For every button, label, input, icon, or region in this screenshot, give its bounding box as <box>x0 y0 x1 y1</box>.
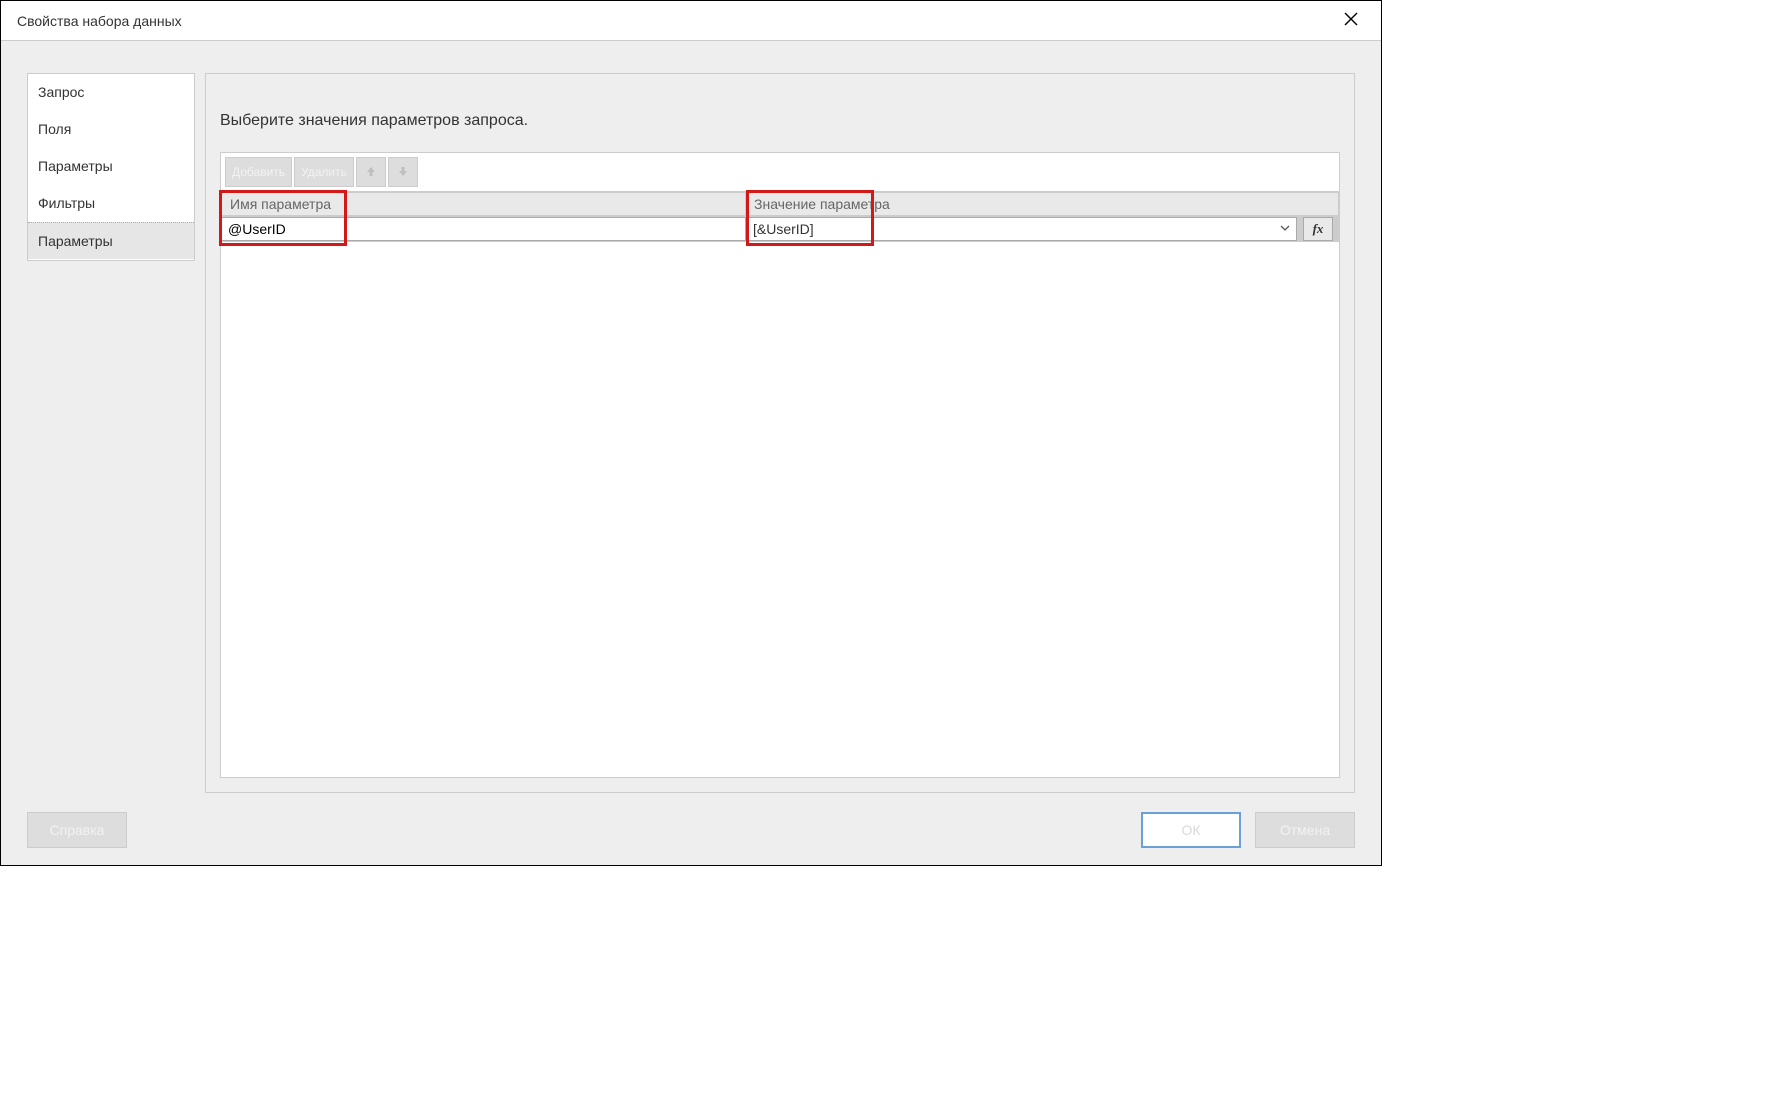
arrow-up-icon <box>364 164 378 181</box>
dataset-properties-dialog: Свойства набора данных Запрос Поля Парам… <box>0 0 1382 866</box>
move-up-button[interactable] <box>356 157 386 187</box>
expression-button[interactable]: fx <box>1303 217 1333 241</box>
parameter-name-cell <box>221 217 746 241</box>
titlebar: Свойства набора данных <box>1 1 1381 41</box>
sidebar: Запрос Поля Параметры Фильтры Параметры <box>27 73 195 793</box>
titlebar-title: Свойства набора данных <box>13 13 182 29</box>
column-header-value[interactable]: Значение параметра <box>746 192 1339 216</box>
body-area: Запрос Поля Параметры Фильтры Параметры … <box>1 41 1381 805</box>
footer-right: ОК Отмена <box>1141 812 1355 848</box>
parameter-value-combo[interactable]: [&UserID] <box>746 217 1297 241</box>
column-header-name[interactable]: Имя параметра <box>221 192 746 216</box>
ok-button[interactable]: ОК <box>1141 812 1241 848</box>
delete-button[interactable]: Удалить <box>294 157 354 187</box>
parameters-content: Добавить Удалить Имя п <box>220 152 1340 778</box>
grid-header: Имя параметра Значение параметра <box>221 192 1339 216</box>
dialog-footer: Справка ОК Отмена <box>1 805 1381 865</box>
arrow-down-icon <box>396 164 410 181</box>
tab-list: Запрос Поля Параметры Фильтры Параметры <box>27 73 195 261</box>
parameter-row: [&UserID] fx <box>221 216 1339 242</box>
cancel-button[interactable]: Отмена <box>1255 812 1355 848</box>
add-button[interactable]: Добавить <box>225 157 292 187</box>
parameters-toolbar: Добавить Удалить <box>221 153 1339 192</box>
parameters-grid: Имя параметра Значение параметра [&UserI… <box>221 192 1339 242</box>
parameter-value-text: [&UserID] <box>753 221 814 237</box>
close-icon <box>1344 10 1358 31</box>
tab-parameters[interactable]: Параметры <box>28 148 194 185</box>
fx-icon: fx <box>1313 221 1324 237</box>
parameter-value-cell: [&UserID] fx <box>746 217 1339 241</box>
grid-empty-area <box>221 242 1339 777</box>
tab-query[interactable]: Запрос <box>28 74 194 111</box>
tab-parameters-2[interactable]: Параметры <box>28 222 194 260</box>
main-panel: Выберите значения параметров запроса. До… <box>205 73 1355 793</box>
footer-left: Справка <box>27 812 127 848</box>
tab-filters[interactable]: Фильтры <box>28 185 194 222</box>
move-down-button[interactable] <box>388 157 418 187</box>
instruction-text: Выберите значения параметров запроса. <box>206 74 1354 152</box>
parameter-name-input[interactable] <box>221 217 746 241</box>
chevron-down-icon <box>1280 223 1290 236</box>
help-button[interactable]: Справка <box>27 812 127 848</box>
tab-fields[interactable]: Поля <box>28 111 194 148</box>
close-button[interactable] <box>1333 3 1369 39</box>
